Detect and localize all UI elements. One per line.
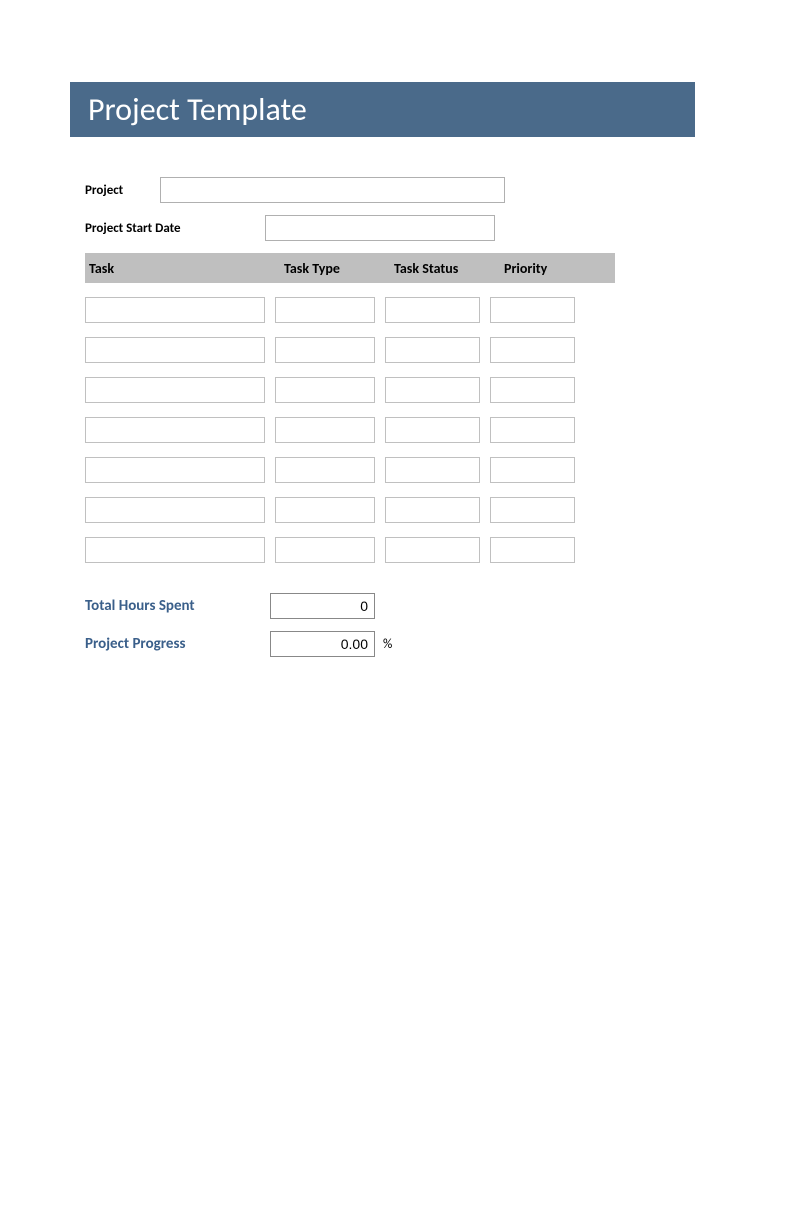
priority-cell[interactable]	[490, 337, 575, 363]
task-type-cell[interactable]	[275, 377, 375, 403]
column-header-task-status: Task Status	[390, 260, 500, 277]
page-title: Project Template	[70, 82, 695, 137]
task-type-cell[interactable]	[275, 297, 375, 323]
priority-cell[interactable]	[490, 297, 575, 323]
task-status-cell[interactable]	[385, 417, 480, 443]
task-row	[85, 377, 645, 403]
total-hours-label: Total Hours Spent	[85, 597, 270, 615]
project-input[interactable]	[160, 177, 505, 203]
column-header-priority: Priority	[500, 260, 590, 277]
task-row	[85, 297, 645, 323]
task-type-cell[interactable]	[275, 497, 375, 523]
task-cell[interactable]	[85, 337, 265, 363]
start-date-input[interactable]	[265, 215, 495, 241]
task-type-cell[interactable]	[275, 417, 375, 443]
task-type-cell[interactable]	[275, 537, 375, 563]
project-progress-row: Project Progress %	[85, 631, 645, 657]
priority-cell[interactable]	[490, 457, 575, 483]
task-row	[85, 417, 645, 443]
project-progress-value[interactable]	[270, 631, 375, 657]
start-date-field-row: Project Start Date	[85, 215, 645, 241]
task-row	[85, 537, 645, 563]
start-date-label: Project Start Date	[85, 221, 265, 236]
task-row	[85, 337, 645, 363]
form-content: Project Project Start Date Task Task Typ…	[85, 177, 645, 657]
priority-cell[interactable]	[490, 537, 575, 563]
task-status-cell[interactable]	[385, 377, 480, 403]
task-rows-container	[85, 297, 645, 563]
project-progress-label: Project Progress	[85, 635, 270, 653]
priority-cell[interactable]	[490, 377, 575, 403]
task-cell[interactable]	[85, 497, 265, 523]
project-label: Project	[85, 183, 160, 198]
column-header-task: Task	[85, 260, 280, 277]
task-cell[interactable]	[85, 377, 265, 403]
table-header: Task Task Type Task Status Priority	[85, 253, 615, 283]
task-status-cell[interactable]	[385, 337, 480, 363]
task-type-cell[interactable]	[275, 337, 375, 363]
task-status-cell[interactable]	[385, 537, 480, 563]
summary-section: Total Hours Spent Project Progress %	[85, 593, 645, 657]
task-cell[interactable]	[85, 417, 265, 443]
task-row	[85, 457, 645, 483]
task-status-cell[interactable]	[385, 297, 480, 323]
task-cell[interactable]	[85, 537, 265, 563]
project-field-row: Project	[85, 177, 645, 203]
column-header-task-type: Task Type	[280, 260, 390, 277]
priority-cell[interactable]	[490, 497, 575, 523]
total-hours-row: Total Hours Spent	[85, 593, 645, 619]
task-cell[interactable]	[85, 457, 265, 483]
task-cell[interactable]	[85, 297, 265, 323]
task-status-cell[interactable]	[385, 457, 480, 483]
total-hours-value[interactable]	[270, 593, 375, 619]
task-type-cell[interactable]	[275, 457, 375, 483]
progress-unit: %	[383, 637, 392, 652]
task-status-cell[interactable]	[385, 497, 480, 523]
priority-cell[interactable]	[490, 417, 575, 443]
task-row	[85, 497, 645, 523]
